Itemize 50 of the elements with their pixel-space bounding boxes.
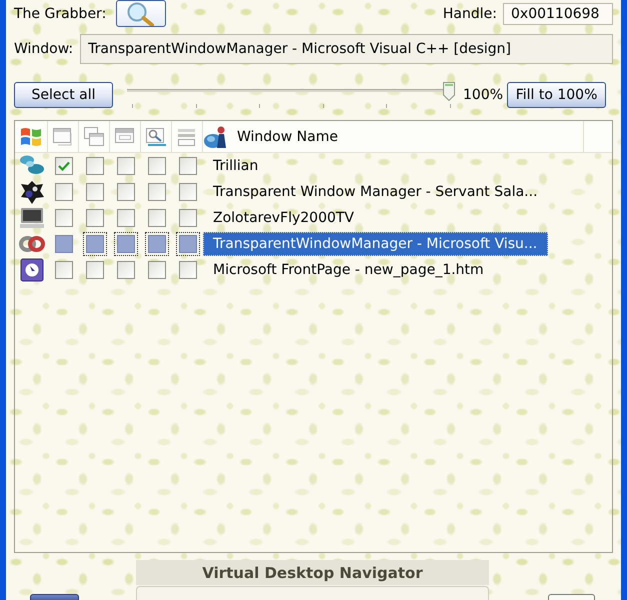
navigator-title: Virtual Desktop Navigator xyxy=(136,560,489,585)
window-title-field[interactable]: TransparentWindowManager - Microsoft Visual C++ [design] xyxy=(80,34,613,64)
opacity-reading: 100% xyxy=(463,87,504,103)
overlapping-windows-icon xyxy=(83,126,105,148)
checkbox[interactable] xyxy=(178,209,196,227)
cut-off-button[interactable] xyxy=(548,594,595,600)
checkbox[interactable] xyxy=(178,183,196,201)
handle-label: Handle: xyxy=(442,6,497,22)
handle-field[interactable]: 0x00110698 xyxy=(503,2,613,24)
checkbox[interactable] xyxy=(54,235,72,253)
checkbox[interactable] xyxy=(116,261,134,279)
compass-tile-icon xyxy=(20,258,44,282)
window-name[interactable]: Trillian xyxy=(203,154,270,178)
checkbox[interactable] xyxy=(148,209,166,227)
window-name[interactable]: TransparentWindowManager - Microsoft Visu... xyxy=(203,232,548,256)
checkbox[interactable] xyxy=(148,157,166,175)
window-magnifier-icon xyxy=(145,126,167,148)
column-header[interactable]: Window Name xyxy=(203,121,584,152)
star-icon xyxy=(18,179,44,205)
checkbox[interactable] xyxy=(54,183,72,201)
checkmark-icon xyxy=(58,161,70,171)
checkbox[interactable] xyxy=(178,157,196,175)
slider-thumb[interactable] xyxy=(443,82,455,101)
window-label: Window: xyxy=(14,41,74,57)
checkbox[interactable] xyxy=(116,157,134,175)
window-icon xyxy=(52,126,74,148)
chain-link-icon xyxy=(18,234,44,254)
checkbox[interactable] xyxy=(54,157,72,175)
monitor-icon xyxy=(18,206,44,230)
checkbox[interactable] xyxy=(148,183,166,201)
cut-off-button[interactable] xyxy=(30,594,79,600)
opacity-slider[interactable] xyxy=(127,82,455,108)
window-name[interactable]: Microsoft FrontPage - new_page_1.htm xyxy=(203,258,495,282)
checkbox[interactable] xyxy=(86,261,104,279)
grabber-label: The Grabber: xyxy=(14,6,106,22)
checkbox[interactable] xyxy=(178,261,196,279)
window-name[interactable]: ZolotarevFly2000TV xyxy=(203,206,366,230)
checkbox[interactable] xyxy=(116,209,134,227)
window-name[interactable]: Transparent Window Manager - Servant Sala... xyxy=(203,180,549,204)
person-globe-icon xyxy=(203,124,229,148)
select-all-button[interactable]: Select all xyxy=(14,82,113,108)
fill-button[interactable]: Fill to 100% xyxy=(507,82,606,108)
checkbox[interactable] xyxy=(86,183,104,201)
checkbox[interactable] xyxy=(86,209,104,227)
checkbox[interactable] xyxy=(54,209,72,227)
checkbox[interactable] xyxy=(86,157,104,175)
grabber-button[interactable] xyxy=(116,0,166,27)
checkbox[interactable] xyxy=(148,261,166,279)
checkbox[interactable] xyxy=(116,183,134,201)
checkbox[interactable] xyxy=(54,261,72,279)
